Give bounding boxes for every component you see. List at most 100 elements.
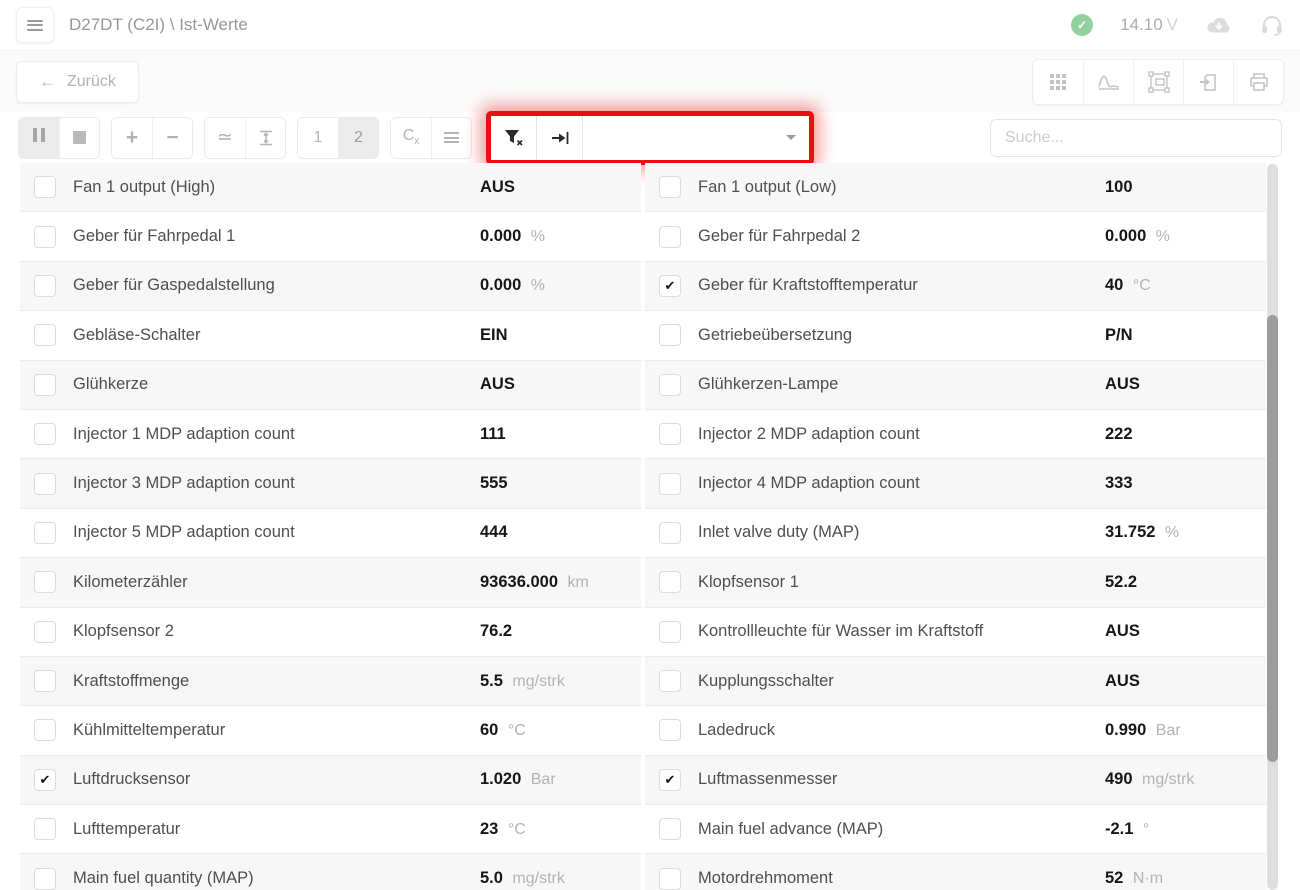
page-one-button[interactable]: 1 [298,118,338,158]
row-checkbox[interactable] [659,423,681,445]
param-value-wrap: 23 °C [480,820,526,839]
back-arrow-icon: ← [39,72,56,92]
value-cell-left: Kraftstoffmenge 5.5 mg/strk [20,657,641,706]
param-unit: mg/strk [512,870,564,887]
values-table: Fan 1 output (High) AUS Fan 1 output (Lo… [20,163,1266,890]
live-values-toolbar: + − ≃ 1 2 Cx [0,112,1300,163]
row-checkbox[interactable] [659,176,681,198]
row-checkbox[interactable] [659,670,681,692]
param-unit: % [1165,524,1179,541]
row-checkbox[interactable] [659,226,681,248]
table-row: Main fuel quantity (MAP) 5.0 mg/strk Mot… [20,854,1266,890]
menu-button[interactable] [16,7,54,43]
cloud-download-icon[interactable] [1205,15,1233,35]
row-checkbox[interactable]: ✔ [659,769,681,791]
voltage-value: 14.10 [1120,15,1163,34]
export-icon [1198,71,1220,93]
fit-height-button[interactable] [245,118,285,158]
table-row: ✔ Luftdrucksensor 1.020 Bar ✔ Luftmassen… [20,756,1266,805]
row-checkbox[interactable] [34,226,56,248]
row-checkbox[interactable] [34,423,56,445]
param-value-wrap: 5.0 mg/strk [480,869,565,888]
playback-group [18,117,100,159]
param-value-wrap: 490 mg/strk [1105,770,1194,789]
param-value-wrap: 5.5 mg/strk [480,672,565,691]
row-checkbox[interactable] [34,522,56,544]
value-cell-right: Ladedruck 0.990 Bar [645,706,1266,755]
row-checkbox[interactable] [659,621,681,643]
goto-selection-button[interactable] [537,116,583,160]
remove-button[interactable]: − [152,118,192,158]
row-checkbox[interactable] [659,571,681,593]
clear-values-button[interactable]: Cx [391,118,431,158]
search-input[interactable] [990,119,1282,157]
filter-clear-button[interactable] [491,116,537,160]
param-label: Kraftstoffmenge [73,672,189,691]
row-checkbox[interactable] [34,621,56,643]
param-unit: % [1156,228,1170,245]
param-label: Getriebeübersetzung [698,326,852,345]
row-checkbox[interactable] [659,473,681,495]
row-checkbox[interactable] [34,719,56,741]
grid-view-button[interactable] [1033,60,1083,104]
param-value: AUS [480,375,515,393]
frame-select-button[interactable] [1133,60,1183,104]
back-button[interactable]: ← Zurück [16,61,139,103]
row-checkbox[interactable] [659,868,681,890]
param-unit: mg/strk [512,673,564,690]
headset-icon[interactable] [1260,13,1284,37]
row-checkbox[interactable] [34,275,56,297]
param-value: 60 [480,721,498,739]
row-checkbox[interactable] [34,176,56,198]
table-row: Kühlmitteltemperatur 60 °C Ladedruck 0.9… [20,706,1266,755]
value-cell-left: Glühkerze AUS [20,361,641,410]
row-checkbox[interactable]: ✔ [34,769,56,791]
row-checkbox[interactable] [34,374,56,396]
param-value: 0.000 [1105,227,1146,245]
row-checkbox[interactable] [34,571,56,593]
row-checkbox[interactable] [659,324,681,346]
pause-button[interactable] [19,118,59,158]
export-button[interactable] [1183,60,1233,104]
param-value-wrap: 60 °C [480,721,526,740]
misc-group: Cx [390,117,472,159]
row-checkbox[interactable]: ✔ [659,275,681,297]
param-label: Injector 2 MDP adaption count [698,425,920,444]
table-row: Klopfsensor 2 76.2 Kontrollleuchte für W… [20,608,1266,657]
row-checkbox[interactable] [659,522,681,544]
param-value: 100 [1105,178,1133,196]
param-label: Main fuel advance (MAP) [698,820,883,839]
row-checkbox[interactable] [34,473,56,495]
value-cell-right: Motordrehmoment 52 N·m [645,854,1266,890]
header-status-area: ✓ 14.10V [1071,13,1284,37]
row-checkbox[interactable] [659,374,681,396]
smoothing-button[interactable]: ≃ [205,118,245,158]
filter-dropdown[interactable] [583,116,809,160]
row-checkbox[interactable] [659,719,681,741]
stop-button[interactable] [59,118,99,158]
value-cell-right: Kupplungsschalter AUS [645,657,1266,706]
row-checkbox[interactable] [34,868,56,890]
chart-view-button[interactable] [1083,60,1133,104]
param-value: AUS [480,178,515,196]
row-checkbox[interactable] [34,818,56,840]
clear-values-icon: Cx [403,127,420,147]
row-checkbox[interactable] [659,818,681,840]
battery-voltage: 14.10V [1120,15,1178,35]
minus-icon: − [166,126,178,150]
scrollbar-thumb[interactable] [1267,315,1278,762]
param-label: Main fuel quantity (MAP) [73,869,254,888]
param-label: Glühkerzen-Lampe [698,375,838,394]
app-header: D27DT (C2I) \ Ist-Werte ✓ 14.10V [0,0,1300,50]
table-row: Kilometerzähler 93636.000 km Klopfsensor… [20,558,1266,607]
row-checkbox[interactable] [34,670,56,692]
list-button[interactable] [431,118,471,158]
print-button[interactable] [1233,60,1283,104]
param-label: Kühlmitteltemperatur [73,721,225,740]
curve-chart-icon [1097,73,1121,91]
page-two-button[interactable]: 2 [338,118,378,158]
param-value-wrap: AUS [480,375,520,394]
row-checkbox[interactable] [34,324,56,346]
param-value: 40 [1105,276,1123,294]
add-button[interactable]: + [112,118,152,158]
